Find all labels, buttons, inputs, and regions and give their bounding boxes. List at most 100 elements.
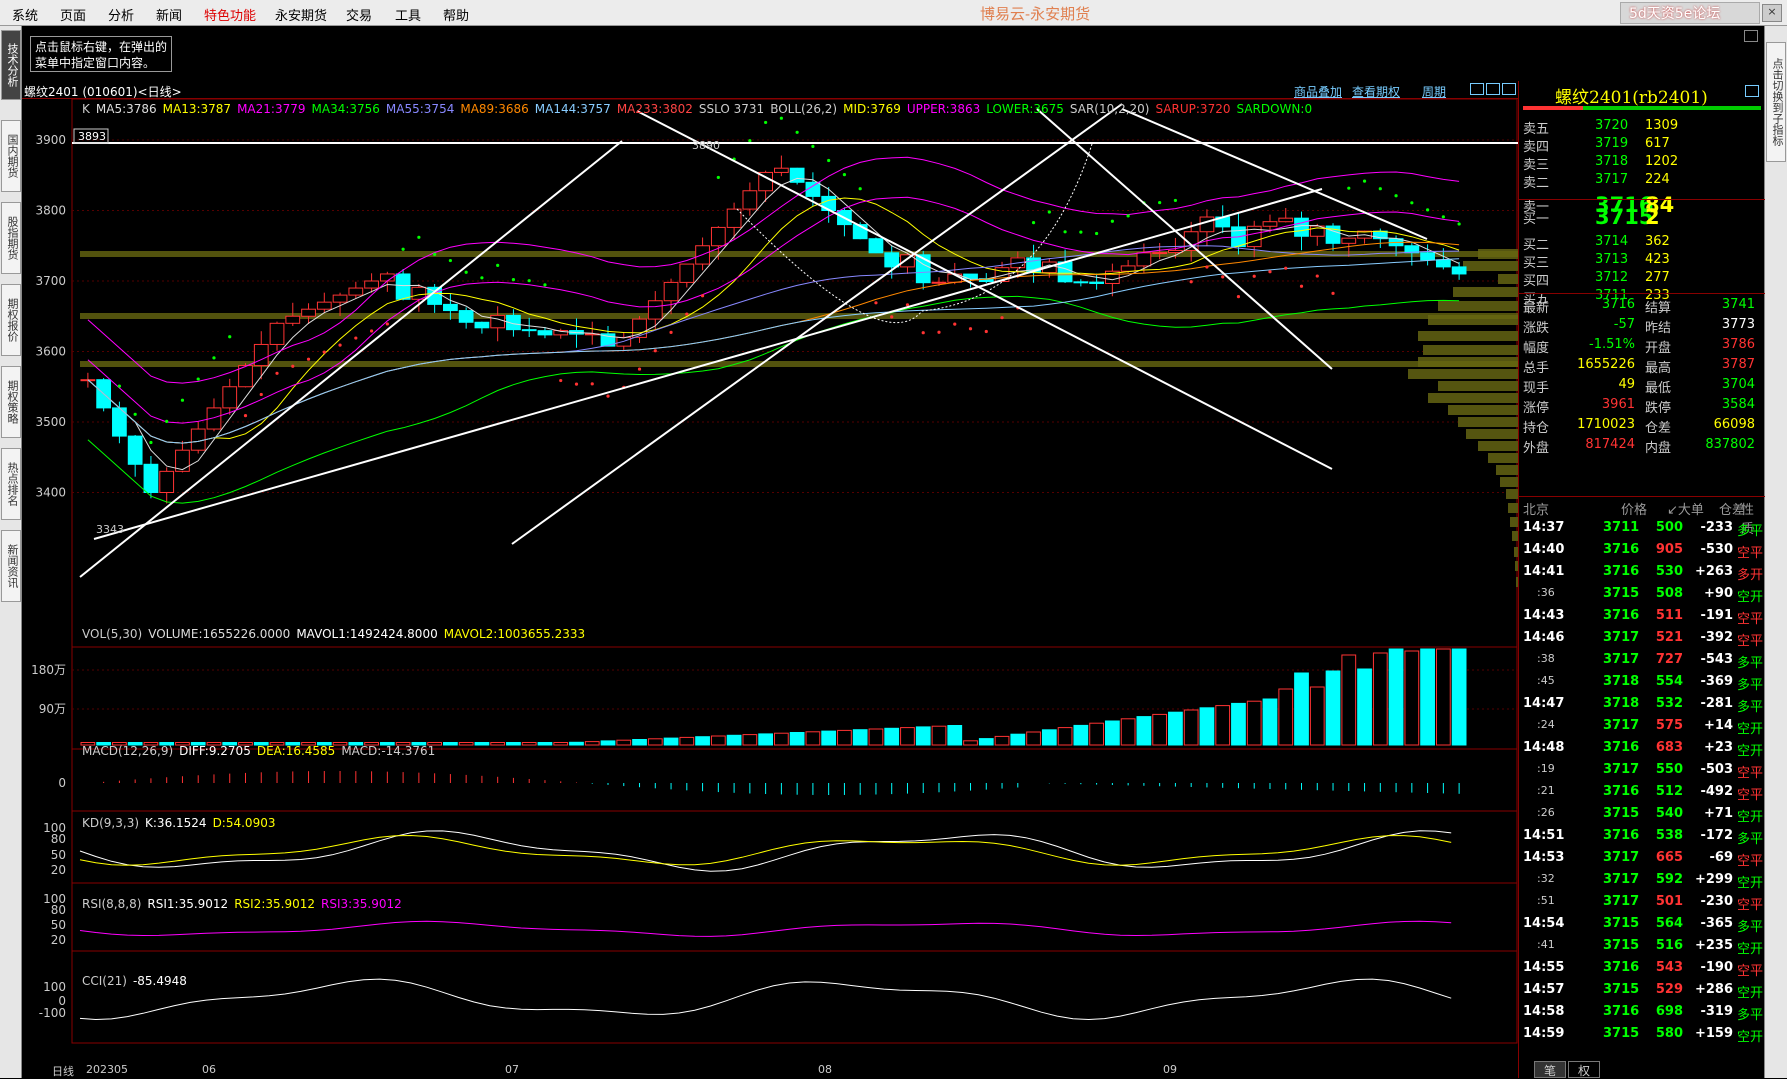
tab-switch-subindicator[interactable]: 点击切换到子指标 — [1766, 42, 1786, 162]
pane-frame — [71, 810, 1518, 884]
candle-body — [395, 273, 411, 300]
volume-profile-bar — [1463, 261, 1518, 271]
chart-area[interactable]: 3900 3800 3700 3600 3500 3400 3893 3890 3343 180万… — [22, 99, 1518, 1063]
date-tick: 08 — [818, 1063, 832, 1076]
tick-price: 3717 — [1603, 718, 1640, 733]
ask-label: 卖五 — [1523, 122, 1550, 137]
arrow-left-icon[interactable] — [1470, 83, 1484, 95]
maximize-icon[interactable] — [1502, 83, 1516, 95]
tick-price: 3717 — [1603, 652, 1640, 667]
tick-oi-change: -530 — [1700, 542, 1733, 557]
bid-row[interactable]: 买四 3712 277 — [1523, 270, 1759, 290]
bid-row[interactable]: 买二 3714 362 — [1523, 234, 1759, 254]
tab-technical-analysis[interactable]: 技术分析 — [1, 30, 21, 100]
window-close-icon[interactable]: × — [1762, 4, 1782, 22]
tab-rights[interactable]: 权 — [1568, 1061, 1600, 1078]
legend-item: RSI2:35.9012 — [234, 897, 315, 911]
indicator-tick: 80 — [51, 832, 66, 846]
menu-analysis[interactable]: 分析 — [108, 5, 134, 24]
legend-item: D:54.0903 — [212, 816, 276, 830]
sar-dot — [1252, 274, 1256, 278]
legend-item: K:36.1524 — [145, 816, 207, 830]
volume-profile-bar — [1500, 477, 1518, 487]
sar-dot — [401, 247, 405, 251]
sar-dot — [1205, 265, 1209, 269]
volume-bar — [1388, 648, 1404, 746]
stat-label: 最低 — [1645, 381, 1672, 396]
sar-dot — [1095, 231, 1099, 236]
tick-row: :51 3717 501 -230 空平 — [1523, 894, 1763, 914]
candle-body — [253, 343, 269, 367]
ask-row[interactable]: 卖二 3717 224 — [1523, 172, 1759, 192]
price-tick: 3800 — [35, 204, 66, 218]
legend-item: MA233:3802 — [616, 102, 693, 116]
candle-body — [884, 252, 900, 268]
candle-body — [1057, 261, 1073, 283]
tick-volume: 511 — [1655, 608, 1683, 623]
legend-item: LOWER:3675 — [986, 102, 1064, 116]
tab-hot-ranking[interactable]: 热点排名 — [1, 448, 21, 520]
stat-label: 外盘 — [1523, 441, 1550, 456]
layout-icon[interactable] — [1744, 30, 1758, 42]
menu-tools[interactable]: 工具 — [395, 5, 421, 24]
sar-dot — [338, 343, 342, 347]
menu-trade[interactable]: 交易 — [346, 5, 372, 24]
sar-dot — [291, 364, 295, 368]
tab-option-quotes[interactable]: 期权报价 — [1, 284, 21, 356]
ask-row[interactable]: 卖四 3719 617 — [1523, 136, 1759, 156]
volume-bar — [821, 730, 837, 746]
stat-row: 外盘 817424 内盘 837802 — [1523, 437, 1759, 456]
volume-bar — [632, 739, 647, 746]
ask-row[interactable]: 卖三 3718 1202 — [1523, 154, 1759, 174]
tab-option-strategy[interactable]: 期权策略 — [1, 366, 21, 438]
tick-oi-change: -319 — [1700, 1004, 1733, 1019]
tick-nature: 空平 — [1737, 898, 1764, 913]
stat-value: 49 — [1618, 377, 1635, 392]
view-options-link[interactable]: 查看期权 — [1352, 83, 1400, 100]
tab-domestic-futures[interactable]: 国内期货 — [1, 120, 21, 192]
menu-system[interactable]: 系统 — [12, 5, 38, 24]
tab-index-futures[interactable]: 股指期货 — [1, 202, 21, 274]
bid-row[interactable]: 买一 3715 2 — [1523, 205, 1759, 229]
sar-dot — [1110, 219, 1114, 223]
volume-bar — [1420, 648, 1435, 746]
volume-bar — [900, 727, 915, 746]
tick-time: 14:53 — [1523, 850, 1565, 865]
candle-body — [726, 208, 742, 228]
menu-news[interactable]: 新闻 — [156, 5, 182, 24]
legend-item: RSI3:35.9012 — [320, 897, 402, 911]
legend-item: MA34:3756 — [311, 102, 380, 116]
tab-news[interactable]: 新闻资讯 — [1, 530, 21, 602]
tick-row: 14:59 3715 580 +159 空开 — [1523, 1026, 1763, 1046]
volume-bar — [490, 742, 506, 746]
panel-menu-icon[interactable] — [1745, 85, 1759, 97]
volume-bar — [868, 728, 884, 746]
tab-trades[interactable]: 笔 — [1534, 1061, 1566, 1078]
candle-body — [143, 463, 159, 493]
overlay-link[interactable]: 商品叠加 — [1294, 83, 1342, 100]
menu-yongan[interactable]: 永安期货 — [275, 5, 327, 24]
sar-dot — [874, 301, 878, 305]
arrow-right-icon[interactable] — [1486, 83, 1500, 95]
candle-body — [742, 190, 758, 210]
volume-bar — [521, 742, 537, 746]
bid-row[interactable]: 买三 3713 423 — [1523, 252, 1759, 272]
menu-page[interactable]: 页面 — [60, 5, 86, 24]
volume-bar — [1168, 711, 1183, 746]
tick-oi-change: +71 — [1704, 806, 1733, 821]
indicator-line — [79, 920, 1452, 937]
tick-volume: 529 — [1655, 982, 1683, 997]
tick-nature: 空平 — [1737, 788, 1764, 803]
stat-label: 开盘 — [1645, 341, 1672, 356]
volume-bar — [458, 742, 474, 746]
hint-box: 点击鼠标右键，在弹出的菜单中指定窗口内容。 — [30, 36, 172, 72]
tick-row: 14:41 3716 530 +263 多开 — [1523, 564, 1763, 584]
trend-line — [79, 140, 623, 578]
menu-features[interactable]: 特色功能 — [204, 5, 256, 24]
trend-line — [1121, 108, 1428, 240]
menu-help[interactable]: 帮助 — [443, 5, 469, 24]
tick-volume: 564 — [1655, 916, 1683, 931]
ask-row[interactable]: 卖五 3720 1309 — [1523, 118, 1759, 138]
period-link[interactable]: 周期 — [1422, 83, 1446, 100]
tick-row: 14:37 3711 500 -233 多平 — [1523, 520, 1763, 540]
